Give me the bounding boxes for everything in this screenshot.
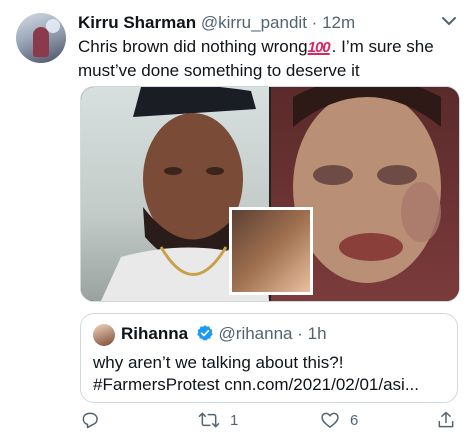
quoted-text-line1: why aren’t we talking about this?! (93, 353, 344, 372)
quoted-tweet-text: why aren’t we talking about this?! #Farm… (93, 352, 445, 396)
verified-badge-icon (196, 325, 213, 341)
retweet-button[interactable]: 1 (198, 410, 238, 430)
tweet-text: Chris brown did nothing wrong100. I’m su… (78, 35, 468, 82)
share-icon (438, 411, 454, 428)
avatar-figure (33, 27, 49, 57)
caret-down-icon[interactable] (440, 15, 458, 27)
media-inset-photo[interactable] (229, 207, 313, 295)
retweet-icon (198, 412, 220, 428)
quoted-author-name: Rihanna (121, 324, 189, 343)
like-icon (321, 412, 339, 428)
quoted-text-line2: #FarmersProtest cnn.com/2021/02/01/asi..… (93, 375, 419, 394)
author-name[interactable]: Kirru Sharman (78, 13, 196, 32)
share-button[interactable] (436, 410, 466, 430)
author-avatar[interactable] (16, 13, 66, 63)
quoted-tweet[interactable]: Rihanna @rihanna · 1h why aren’t we talk… (80, 313, 458, 403)
quoted-author-handle: @rihanna (218, 324, 293, 343)
tweet-actions: 1 6 (0, 410, 474, 434)
tweet-time[interactable]: 12m (322, 13, 355, 32)
header-separator: · (311, 13, 318, 32)
reply-button[interactable] (80, 410, 110, 430)
tweet-text-part1: Chris brown did nothing wrong (78, 37, 308, 56)
quoted-author-avatar[interactable] (93, 324, 115, 346)
like-count: 6 (350, 411, 359, 429)
author-handle[interactable]: @kirru_pandit (201, 13, 307, 32)
quoted-header-separator: · (297, 324, 303, 343)
hundred-points-emoji: 100 (307, 39, 331, 56)
quoted-tweet-time: 1h (307, 324, 327, 343)
reply-icon (82, 412, 98, 429)
retweet-count: 1 (230, 411, 239, 429)
quoted-tweet-header: Rihanna @rihanna · 1h (121, 324, 327, 344)
tweet-header: Kirru Sharman @kirru_pandit · 12m (78, 13, 434, 35)
like-button[interactable]: 6 (320, 410, 358, 430)
tweet-media[interactable] (80, 86, 460, 302)
